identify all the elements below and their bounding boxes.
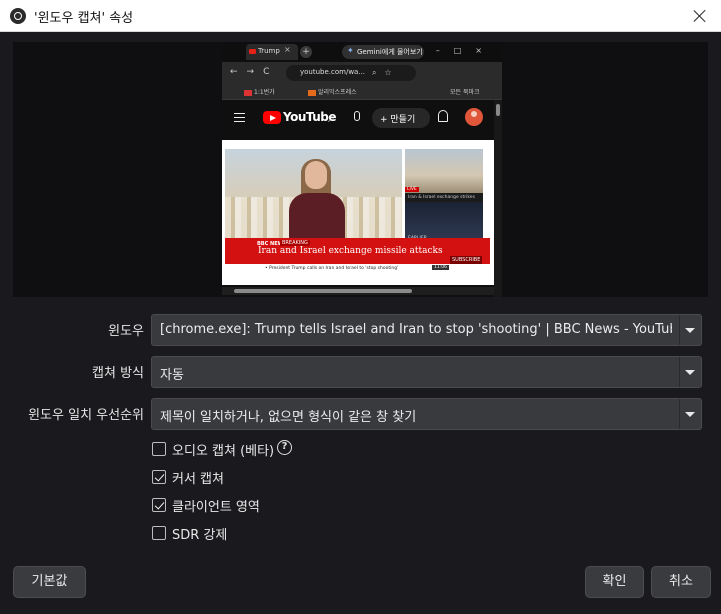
browser-tab-title: Trump [258,47,280,55]
client-area-label: 클라이언트 영역 [172,500,260,515]
video-player: LIVE Iran & Israel exchange strikes EARL… [222,140,494,285]
title-bar: '윈도우 캡쳐' 속성 [0,0,721,32]
browser-tab-bar: Trump × + Gemini에게 물어보기 –□× [222,42,502,62]
bookmark-item: 1:1번가 [244,87,275,96]
browser-url-icons: ⌕☆ [372,68,400,77]
create-button: + 만들기 [372,108,430,128]
help-icon[interactable]: ? [277,440,292,455]
checkbox-box[interactable] [152,470,166,484]
live-badge: LIVE [405,187,419,192]
bookmark-item: 알리익스프레스 [308,87,357,96]
checkbox-box[interactable] [152,498,166,512]
hamburger-menu-icon [234,113,245,122]
capture-method-value: 자동 [160,368,184,383]
chevron-down-icon [685,328,695,333]
search-icon: ⌕ [328,111,335,125]
youtube-logo-icon [263,111,281,124]
youtube-page: YouTube ⌕ + 만들기 LIVE Iran & Israel excha… [222,100,494,297]
avatar [465,108,483,126]
window-label: 윈도우 [108,324,144,339]
window-select[interactable]: [chrome.exe]: Trump tells Israel and Ira… [151,314,702,346]
window-dropdown-button[interactable] [679,315,701,345]
youtube-header: YouTube ⌕ + 만들기 [222,100,494,138]
capture-method-select[interactable]: 자동 [151,356,702,388]
chevron-down-icon [685,370,695,375]
window-match-priority-select[interactable]: 제목이 일치하거나, 없으면 형식이 같은 창 찾기 [151,398,702,430]
captured-browser-window: Trump × + Gemini에게 물어보기 –□× ←→C youtube.… [222,42,502,297]
news-anchor-figure [285,159,347,249]
obs-icon [10,8,26,24]
window-match-priority-value: 제목이 일치하거나, 없으면 형식이 같은 창 찾기 [160,410,417,425]
all-bookmarks: 모든 북마크 [450,89,480,96]
browser-nav-icons: ←→C [230,67,279,77]
chevron-down-icon [685,412,695,417]
news-headline: Iran and Israel exchange missile attacks [258,246,443,256]
capture-method-label: 캡쳐 방식 [92,366,144,381]
side-thumbnail-caption: Iran & Israel exchange strikes [405,193,483,202]
news-ticker: • President Trump calls on Iran and Isra… [225,264,490,274]
window-select-value: [chrome.exe]: Trump tells Israel and Ira… [160,322,672,337]
capture-preview: Trump × + Gemini에게 물어보기 –□× ←→C youtube.… [13,42,708,297]
audio-capture-label: 오디오 캡쳐 (베타) [172,444,275,459]
checkbox-box[interactable] [152,442,166,456]
vertical-scrollbar [494,100,502,297]
window-match-priority-label: 윈도우 일치 우선순위 [28,408,144,423]
browser-window-controls: –□× [435,46,496,55]
capture-method-dropdown-button[interactable] [679,357,701,387]
window-title: '윈도우 캡쳐' 속성 [34,11,134,26]
cursor-capture-label: 커서 캡쳐 [172,472,224,487]
new-tab-icon: + [300,46,312,58]
browser-bookmarks-bar: 1:1번가 알리익스프레스 모든 북마크 [222,84,502,100]
tab-close-icon: × [284,45,291,54]
window-match-priority-dropdown-button[interactable] [679,399,701,429]
microphone-icon [354,111,360,121]
horizontal-scrollbar [222,287,494,295]
cancel-button[interactable]: 취소 [651,566,711,598]
gemini-button: Gemini에게 물어보기 [342,45,424,59]
subscribe-badge: SUBSCRIBE [450,256,483,264]
bell-icon [438,110,448,122]
ticker-time: 11:06 [432,265,449,270]
close-icon[interactable] [687,3,713,29]
checkbox-box[interactable] [152,526,166,540]
defaults-button[interactable]: 기본값 [13,566,86,598]
force-sdr-label: SDR 강제 [172,528,228,543]
ok-button[interactable]: 확인 [585,566,644,598]
browser-address-bar: ←→C youtube.com/wa... ⌕☆ [222,62,502,84]
